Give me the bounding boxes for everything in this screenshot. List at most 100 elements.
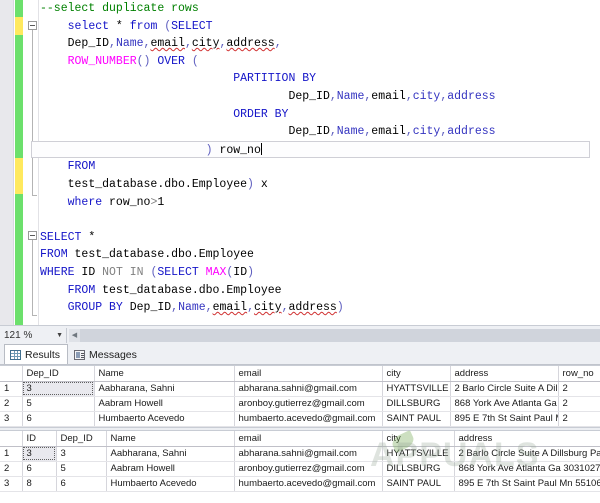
tab-messages[interactable]: Messages <box>68 344 145 364</box>
table-cell[interactable]: 2 Barlo Circle Suite A Dillsburg Pa 1701… <box>454 446 600 461</box>
results-table[interactable]: Dep_IDNameemailcityaddressrow_no13Aabhar… <box>0 366 600 427</box>
table-cell[interactable]: aronboy.gutierrez@gmail.com <box>234 461 382 476</box>
chevron-down-icon[interactable]: ▼ <box>56 332 63 339</box>
column-header[interactable]: Name <box>94 366 234 381</box>
table-cell[interactable]: 868 York Ave Atlanta Ga 303102750 <box>454 461 600 476</box>
column-header[interactable]: city <box>382 431 454 446</box>
table-row[interactable]: 386Humbaerto Acevedohumbaerto.acevedo@gm… <box>0 476 600 491</box>
table-cell[interactable]: 2 <box>558 396 600 411</box>
table-cell[interactable]: 6 <box>22 461 56 476</box>
table-row[interactable]: 13Aabharana, Sahniabharana.sahni@gmail.c… <box>0 381 600 396</box>
column-header[interactable]: Name <box>106 431 234 446</box>
code-line[interactable]: test_database.dbo.Employee) x <box>40 176 600 194</box>
table-cell[interactable]: HYATTSVILLE <box>382 381 450 396</box>
code-line[interactable] <box>40 211 600 229</box>
code-line[interactable]: GROUP BY Dep_ID,Name,email,city,address) <box>40 299 600 317</box>
table-row[interactable]: 25Aabram Howellaronboy.gutierrez@gmail.c… <box>0 396 600 411</box>
row-number-cell[interactable]: 2 <box>0 461 22 476</box>
table-cell[interactable]: SAINT PAUL <box>382 411 450 426</box>
row-number-cell[interactable]: 3 <box>0 476 22 491</box>
code-line[interactable]: WHERE ID NOT IN (SELECT MAX(ID) <box>40 264 600 282</box>
zoom-level-combobox[interactable]: 121 % ▼ <box>0 326 66 344</box>
table-cell[interactable]: 5 <box>56 461 106 476</box>
column-header[interactable]: address <box>454 431 600 446</box>
code-line-current[interactable]: ) row_no <box>31 141 590 159</box>
table-cell[interactable]: 3 <box>56 446 106 461</box>
table-cell[interactable]: humbaerto.acevedo@gmail.com <box>234 476 382 491</box>
row-number-header[interactable] <box>0 431 22 446</box>
table-cell[interactable]: 3 <box>22 446 56 461</box>
fold-toggle-icon[interactable] <box>28 21 37 30</box>
table-row[interactable]: 36Humbaerto Acevedohumbaerto.acevedo@gma… <box>0 411 600 426</box>
results-table[interactable]: IDDep_IDNameemailcityaddress133Aabharana… <box>0 431 600 492</box>
code-line[interactable]: ORDER BY <box>40 106 600 124</box>
table-cell[interactable]: 5 <box>22 396 94 411</box>
table-cell[interactable]: abharana.sahni@gmail.com <box>234 446 382 461</box>
code-line[interactable]: Dep_ID,Name,email,city,address <box>40 123 600 141</box>
table-row[interactable]: 265Aabram Howellaronboy.gutierrez@gmail.… <box>0 461 600 476</box>
column-header[interactable]: email <box>234 366 382 381</box>
row-number-header[interactable] <box>0 366 22 381</box>
row-number-cell[interactable]: 2 <box>0 396 22 411</box>
code-line[interactable]: FROM test_database.dbo.Employee <box>40 282 600 300</box>
column-header[interactable]: email <box>234 431 382 446</box>
table-cell[interactable]: SAINT PAUL <box>382 476 454 491</box>
column-header[interactable]: city <box>382 366 450 381</box>
outlining-margin[interactable] <box>25 0 39 325</box>
table-cell[interactable]: DILLSBURG <box>382 461 454 476</box>
column-header[interactable]: Dep_ID <box>22 366 94 381</box>
table-cell[interactable]: HYATTSVILLE <box>382 446 454 461</box>
code-line[interactable] <box>40 317 600 325</box>
scrollbar-thumb[interactable] <box>80 329 600 342</box>
table-cell[interactable]: Humbaerto Acevedo <box>94 411 234 426</box>
table-cell[interactable]: 6 <box>56 476 106 491</box>
sql-code-text[interactable]: --select duplicate rows select * from (S… <box>40 0 600 325</box>
table-cell[interactable]: Aabharana, Sahni <box>106 446 234 461</box>
row-number-cell[interactable]: 3 <box>0 411 22 426</box>
table-cell[interactable]: 2 <box>558 381 600 396</box>
table-cell[interactable]: 3 <box>22 381 94 396</box>
table-cell[interactable]: DILLSBURG <box>382 396 450 411</box>
code-line[interactable]: FROM <box>40 158 600 176</box>
table-cell[interactable]: 2 <box>558 411 600 426</box>
column-header[interactable]: Dep_ID <box>56 431 106 446</box>
code-line[interactable]: FROM test_database.dbo.Employee <box>40 246 600 264</box>
column-header[interactable]: address <box>450 366 558 381</box>
fold-toggle-icon[interactable] <box>28 231 37 240</box>
table-cell[interactable]: Aabram Howell <box>94 396 234 411</box>
table-cell[interactable]: 895 E 7th St Saint Paul Mn 551063852 <box>450 411 558 426</box>
row-number-cell[interactable]: 1 <box>0 381 22 396</box>
code-line[interactable]: Dep_ID,Name,email,city,address, <box>40 35 600 53</box>
code-line[interactable]: SELECT * <box>40 229 600 247</box>
code-token: city <box>413 125 441 138</box>
table-row[interactable]: 133Aabharana, Sahniabharana.sahni@gmail.… <box>0 446 600 461</box>
column-header[interactable]: ID <box>22 431 56 446</box>
table-cell[interactable]: Humbaerto Acevedo <box>106 476 234 491</box>
table-cell[interactable]: humbaerto.acevedo@gmail.com <box>234 411 382 426</box>
code-line[interactable]: ROW_NUMBER() OVER ( <box>40 53 600 71</box>
table-cell[interactable]: 6 <box>22 411 94 426</box>
table-cell[interactable]: aronboy.gutierrez@gmail.com <box>234 396 382 411</box>
code-line[interactable]: Dep_ID,Name,email,city,address <box>40 88 600 106</box>
results-tab-strip[interactable]: Results Messages <box>0 344 600 365</box>
tab-results[interactable]: Results <box>4 344 68 364</box>
code-line[interactable]: PARTITION BY <box>40 70 600 88</box>
code-line[interactable]: select * from (SELECT <box>40 18 600 36</box>
results-grid-duplicates[interactable]: Dep_IDNameemailcityaddressrow_no13Aabhar… <box>0 365 600 427</box>
code-line[interactable]: where row_no>1 <box>40 194 600 212</box>
results-grid-max-id[interactable]: IDDep_IDNameemailcityaddress133Aabharana… <box>0 431 600 503</box>
table-cell[interactable]: 895 E 7th St Saint Paul Mn 551063852 <box>454 476 600 491</box>
table-cell[interactable]: Aabram Howell <box>106 461 234 476</box>
editor-horizontal-scrollbar[interactable]: ◀ <box>69 329 600 342</box>
scroll-left-icon[interactable]: ◀ <box>69 329 80 342</box>
table-cell[interactable]: Aabharana, Sahni <box>94 381 234 396</box>
code-line[interactable]: --select duplicate rows <box>40 0 600 18</box>
table-cell[interactable]: 2 Barlo Circle Suite A Dillsburg Pa 1701… <box>450 381 558 396</box>
column-header[interactable]: row_no <box>558 366 600 381</box>
sql-editor-pane[interactable]: --select duplicate rows select * from (S… <box>0 0 600 325</box>
table-cell[interactable]: 868 York Ave Atlanta Ga 303102750 <box>450 396 558 411</box>
row-number-cell[interactable]: 1 <box>0 446 22 461</box>
table-cell[interactable]: 8 <box>22 476 56 491</box>
code-token: () <box>137 55 158 68</box>
table-cell[interactable]: abharana.sahni@gmail.com <box>234 381 382 396</box>
